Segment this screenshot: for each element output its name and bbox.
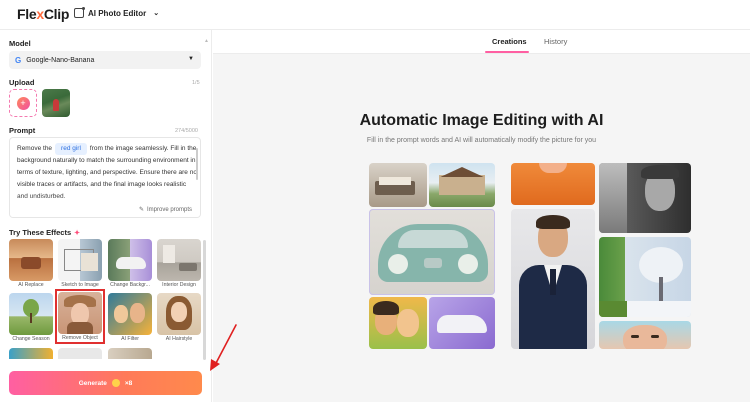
effect-label: Interior Design — [162, 282, 196, 288]
model-value: Google-Nano-Banana — [26, 56, 95, 64]
effect-label: Remove Object — [62, 335, 98, 341]
logo-text-pre: Fle — [17, 6, 37, 22]
showcase-businessman-image — [511, 209, 595, 349]
effect-thumbnail — [58, 239, 102, 281]
effect-thumbnail — [58, 292, 102, 334]
effect-partial-thumbnail[interactable] — [58, 348, 102, 359]
logo-text-x: x — [36, 6, 44, 22]
prompt-count: 274/5000 — [175, 128, 198, 134]
photo-editor-icon — [74, 7, 85, 18]
scroll-up-icon[interactable]: ▲ — [204, 38, 209, 44]
sparkle-icon: ✦ — [74, 230, 80, 237]
generate-cost: ×8 — [124, 379, 133, 387]
active-tab-indicator — [485, 51, 529, 53]
effect-thumbnail — [9, 239, 53, 281]
prompt-textarea[interactable]: Remove the red girl from the image seamles… — [9, 137, 201, 218]
model-select[interactable]: G Google-Nano-Banana ▼ — [9, 51, 201, 69]
effect-thumbnail — [108, 239, 152, 281]
effects-title-text: Try These Effects — [9, 228, 72, 237]
effect-ai-hairstyle[interactable]: AI Hairstyle — [157, 293, 201, 342]
showcase-tree-season-image — [599, 237, 691, 317]
effect-label: AI Replace — [18, 282, 44, 288]
improve-prompts-label: Improve prompts — [146, 206, 192, 213]
showcase-bw-portrait-image — [599, 163, 691, 233]
main-area: Creations History Automatic Image Editin… — [213, 30, 750, 402]
effect-label: Change Backgr... — [110, 282, 150, 288]
effect-thumbnail — [157, 239, 201, 281]
upload-button[interactable]: + — [9, 89, 37, 117]
uploaded-image-thumbnail[interactable] — [42, 89, 70, 117]
effect-label: Change Season — [12, 336, 50, 342]
tool-name: AI Photo Editor — [88, 8, 147, 18]
plus-icon: + — [16, 96, 30, 110]
effect-remove-object[interactable]: Remove Object — [55, 289, 105, 344]
prompt-text-after: from the image seamlessly. Fill in the b… — [17, 145, 197, 200]
logo-text-post: Clip — [43, 6, 70, 22]
page-title: Automatic Image Editing with AI — [359, 112, 604, 129]
effect-change-background[interactable]: Change Backgr... — [108, 239, 152, 288]
left-panel: ▲ Model G Google-Nano-Banana ▼ Upload 1/… — [0, 30, 212, 402]
tab-creations[interactable]: Creations — [492, 37, 527, 46]
upload-count: 1/5 — [192, 80, 200, 86]
chevron-down-icon: ▼ — [188, 56, 194, 62]
effect-change-season[interactable]: Change Season — [9, 293, 53, 342]
improve-icon: ✎ — [138, 207, 144, 213]
annotation-arrow-icon — [210, 324, 237, 371]
google-icon: G — [15, 55, 22, 65]
effect-label: AI Filter — [121, 336, 139, 342]
improve-prompts-button[interactable]: ✎ Improve prompts — [138, 206, 192, 214]
generate-button[interactable]: Generate ×8 — [9, 371, 202, 395]
prompt-text: Remove the red girl from the image seamles… — [17, 143, 197, 203]
showcase-vintage-car-image — [369, 209, 495, 295]
red-figure-shape — [53, 99, 59, 111]
chevron-down-icon: ⌄ — [153, 10, 160, 17]
upload-label: Upload — [9, 78, 35, 87]
effect-partial-thumbnail[interactable] — [108, 348, 152, 359]
showcase-collage — [369, 163, 691, 349]
showcase-face-image — [599, 321, 691, 349]
top-bar: FlexClip AI Photo Editor ⌄ — [0, 0, 750, 30]
effect-thumbnail — [157, 293, 201, 335]
page-subtitle: Fill in the prompt words and AI will aut… — [366, 137, 597, 144]
effect-label: Sketch to Image — [61, 282, 99, 288]
effect-thumbnail — [9, 293, 53, 335]
prompt-scrollbar[interactable] — [196, 148, 198, 180]
flexclip-logo[interactable]: FlexClip — [17, 6, 69, 22]
prompt-text-before: Remove the — [17, 145, 53, 152]
effect-label: AI Hairstyle — [165, 336, 193, 342]
tabs-bar: Creations History — [213, 30, 750, 54]
tab-history[interactable]: History — [544, 37, 567, 46]
prompt-object-chip[interactable]: red girl — [55, 143, 87, 155]
model-label: Model — [9, 39, 31, 48]
prompt-label: Prompt — [9, 126, 36, 135]
effect-ai-filter[interactable]: AI Filter — [108, 293, 152, 342]
effect-ai-replace[interactable]: AI Replace — [9, 239, 53, 288]
effect-thumbnail — [108, 293, 152, 335]
effect-partial-thumbnail[interactable] — [9, 348, 53, 359]
generate-label: Generate — [78, 379, 107, 387]
showcase-house-image — [429, 163, 495, 207]
effect-interior-design[interactable]: Interior Design — [157, 239, 201, 288]
showcase-sneaker-image — [429, 297, 495, 349]
tool-switcher[interactable]: AI Photo Editor ⌄ — [74, 7, 160, 18]
showcase-orange-shirt-image — [511, 163, 595, 205]
showcase-bedroom-image — [369, 163, 427, 207]
effects-title: Try These Effects ✦ — [9, 228, 80, 237]
credit-coin-icon — [111, 379, 120, 387]
effect-sketch-to-image[interactable]: Sketch to Image — [58, 239, 102, 288]
showcase-cartoon-couple-image — [369, 297, 427, 349]
